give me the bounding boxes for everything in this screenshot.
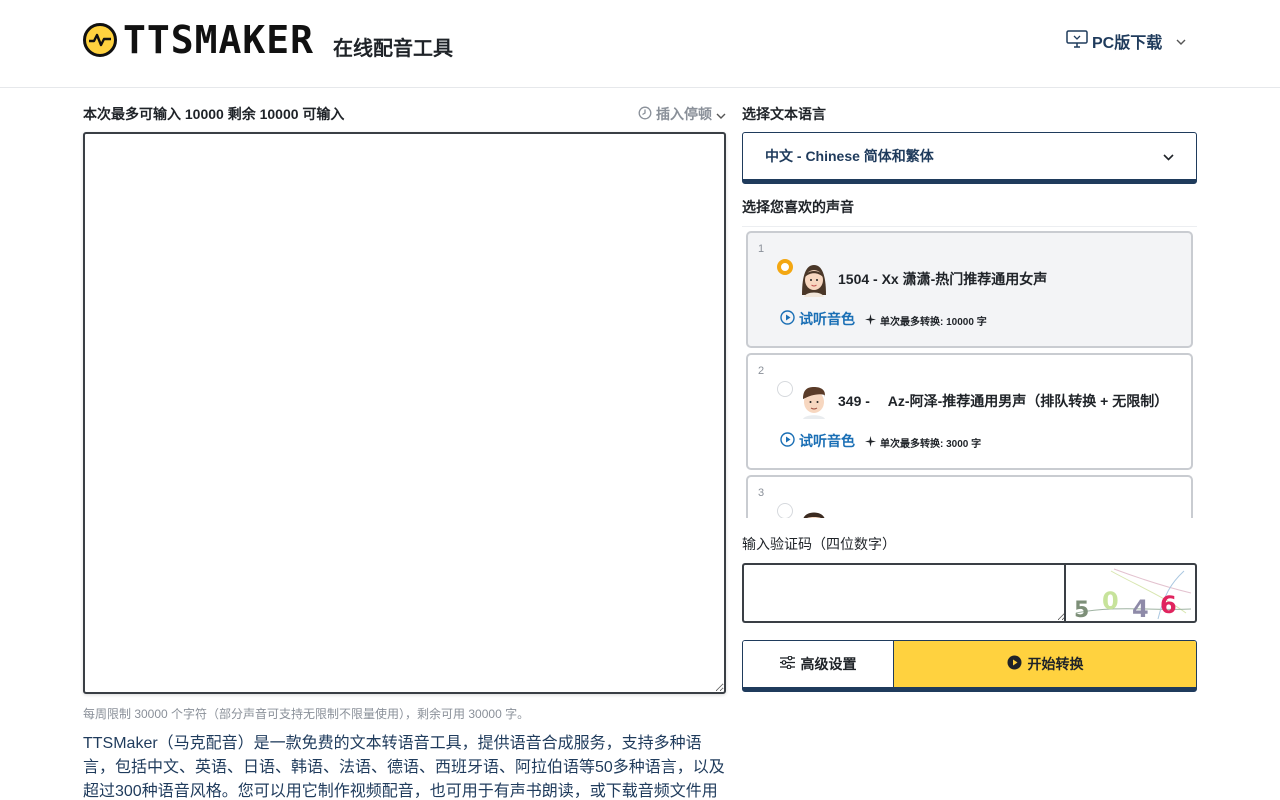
action-buttons: 高级设置 开始转换: [742, 640, 1197, 692]
chevron-down-icon: [1163, 148, 1174, 164]
voice-radio[interactable]: [777, 259, 793, 275]
sliders-icon: [779, 655, 795, 672]
voice-radio[interactable]: [777, 381, 793, 397]
desktop-icon: [1066, 29, 1088, 53]
pc-download-menu[interactable]: PC版下载: [1066, 29, 1186, 53]
advanced-settings-button[interactable]: 高级设置: [743, 641, 894, 687]
start-conversion-label: 开始转换: [1027, 656, 1084, 672]
sparkle-icon: [865, 313, 876, 328]
voice-index: 2: [758, 365, 765, 377]
site-subtitle: 在线配音工具: [333, 38, 453, 60]
voice-label: 选择您喜欢的声音: [742, 199, 854, 215]
play-circle-icon: [780, 310, 795, 328]
voice-limit: 单次最多转换: 3000 字: [865, 435, 981, 450]
preview-voice-button[interactable]: 试听音色: [780, 309, 855, 329]
captcha-digit: 5: [1074, 598, 1089, 621]
chevron-down-icon: [1176, 34, 1186, 48]
voice-card[interactable]: 3: [746, 475, 1193, 518]
language-select[interactable]: 中文 - Chinese 简体和繁体: [742, 132, 1197, 184]
preview-voice-label: 试听音色: [799, 311, 855, 327]
male-avatar-icon: [796, 505, 832, 518]
logo-text: TTSMAKER: [123, 18, 315, 62]
voice-card[interactable]: 1 1504 - Xx 潇潇-热门推荐通用女声 试听音色 单次最多转换: 100…: [746, 231, 1193, 348]
pc-download-label: PC版下载: [1092, 35, 1163, 52]
advanced-settings-label: 高级设置: [800, 656, 857, 672]
settings-panel: 选择文本语言 中文 - Chinese 简体和繁体 选择您喜欢的声音 1 150…: [742, 104, 1197, 692]
language-label: 选择文本语言: [742, 106, 826, 122]
site-header: TTSMAKER 在线配音工具 PC版下载: [0, 0, 1280, 88]
female-avatar-icon: [796, 261, 832, 297]
weekly-limit-note: 每周限制 30000 个字符（部分声音可支持无限制不限量使用），剩余可用 300…: [83, 707, 530, 721]
voice-card[interactable]: 2 349 - Az-阿泽-推荐通用男声（排队转换 + 无限制） 试听音色 单次…: [746, 353, 1193, 470]
ttsmaker-logo[interactable]: TTSMAKER: [83, 21, 314, 59]
clock-icon: [638, 106, 652, 123]
captcha-image[interactable]: 5046: [1064, 563, 1197, 623]
captcha-digit: 0: [1102, 587, 1119, 615]
captcha-label: 输入验证码（四位数字）: [742, 536, 896, 552]
text-editor-panel: 本次最多可输入 10000 剩余 10000 可输入 插入停顿 每周限制 300…: [83, 104, 726, 800]
voice-list[interactable]: 1 1504 - Xx 潇潇-热门推荐通用女声 试听音色 单次最多转换: 100…: [742, 226, 1197, 518]
male-avatar-icon: [796, 383, 832, 419]
captcha-digit: 6: [1160, 591, 1177, 619]
voice-name: 1504 - Xx 潇潇-热门推荐通用女声: [838, 271, 1048, 287]
captcha-input[interactable]: [742, 563, 1066, 623]
voice-index: 1: [758, 243, 765, 255]
voice-index: 3: [758, 487, 765, 499]
insert-pause-label: 插入停顿: [656, 106, 712, 122]
sparkle-icon: [865, 435, 876, 450]
play-circle-icon: [780, 432, 795, 450]
voice-name: 349 - Az-阿泽-推荐通用男声（排队转换 + 无限制）: [838, 393, 1169, 409]
start-conversion-button[interactable]: 开始转换: [894, 641, 1196, 687]
product-description: TTSMaker（马克配音）是一款免费的文本转语音工具，提供语音合成服务，支持多…: [83, 735, 725, 800]
play-circle-icon: [1007, 655, 1022, 673]
char-counter: 本次最多可输入 10000 剩余 10000 可输入: [83, 106, 345, 122]
voice-limit: 单次最多转换: 10000 字: [865, 313, 987, 328]
captcha-digit: 4: [1132, 595, 1149, 621]
voice-limit-label: 单次最多转换: 3000 字: [880, 439, 982, 450]
tts-text-input[interactable]: [83, 132, 726, 694]
preview-voice-label: 试听音色: [799, 433, 855, 449]
voice-radio[interactable]: [777, 503, 793, 518]
insert-pause-button[interactable]: 插入停顿: [638, 104, 726, 124]
preview-voice-button[interactable]: 试听音色: [780, 431, 855, 451]
waveform-logo-icon: [83, 23, 117, 57]
chevron-down-icon: [716, 106, 726, 122]
language-selected-value: 中文 - Chinese 简体和繁体: [765, 148, 934, 164]
editor-toolbar: 本次最多可输入 10000 剩余 10000 可输入 插入停顿: [83, 104, 726, 124]
voice-limit-label: 单次最多转换: 10000 字: [880, 317, 987, 328]
